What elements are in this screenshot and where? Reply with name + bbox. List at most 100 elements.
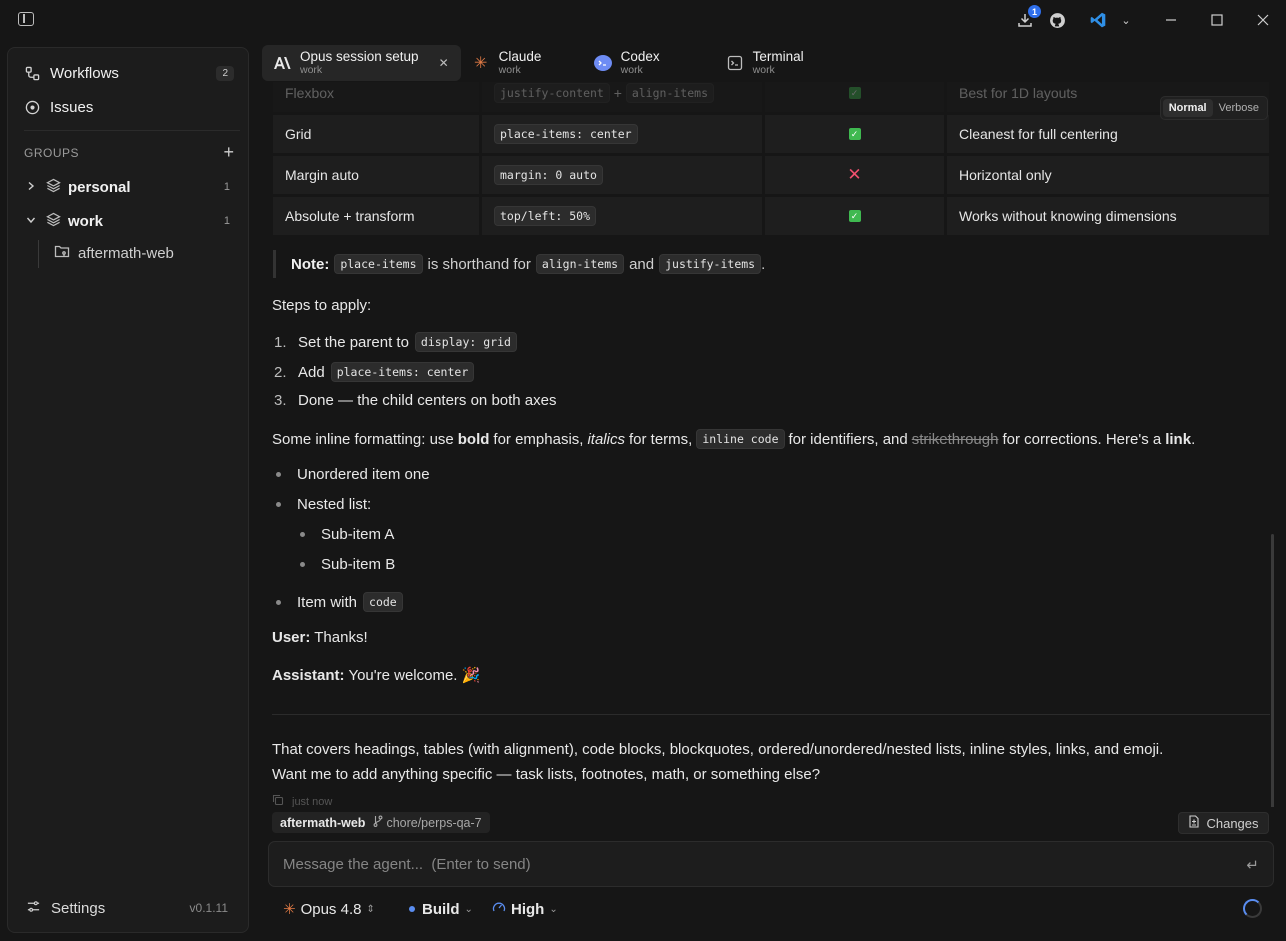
steps-heading: Steps to apply: — [272, 297, 372, 314]
group-personal[interactable]: personal 1 — [26, 176, 230, 198]
text: for terms, — [628, 430, 693, 448]
bullet — [276, 599, 281, 605]
changes-label: Changes — [1206, 815, 1259, 831]
tab-subtitle: work — [620, 64, 643, 76]
table-cell-code: margin: 0 auto — [482, 156, 762, 194]
summary-line-2: Want me to add anything specific — task … — [272, 766, 821, 783]
blockquote-note: Note: place-items is shorthand for align… — [273, 250, 765, 278]
strikethrough-text: strikethrough — [911, 430, 999, 448]
workflows-count-badge: 2 — [216, 65, 234, 81]
check-icon: ✓ — [848, 210, 861, 222]
plus-text: + — [613, 85, 622, 101]
list-text: Sub-item B — [321, 556, 396, 573]
group-count: 1 — [223, 181, 230, 193]
group-work[interactable]: work 1 — [26, 210, 230, 232]
tab-title: Claude — [498, 49, 542, 64]
enter-icon[interactable]: ↵ — [1246, 856, 1259, 874]
table-cell-method: Absolute + transform — [273, 197, 479, 235]
repo-name: aftermath-web — [280, 815, 366, 830]
downloads-count-badge: 1 — [1028, 5, 1041, 18]
list-item: Nested list: — [276, 496, 371, 513]
text: . — [1191, 430, 1196, 448]
scrollbar[interactable] — [1271, 534, 1274, 807]
vscode-icon[interactable] — [1088, 10, 1108, 30]
session-tabs: Opus session setup work ✕ ✳ Claude work … — [262, 45, 816, 81]
list-item: Item with code — [276, 592, 403, 612]
tree-line — [38, 240, 39, 268]
chevron-down-icon — [26, 214, 40, 228]
git-branch-icon — [373, 815, 383, 830]
mode-selector[interactable]: Build ⌄ — [409, 899, 473, 919]
list-text: Done — the child centers on both axes — [298, 392, 557, 409]
text: for identifiers, and — [788, 430, 908, 448]
list-item: 1. Set the parent to display: grid — [274, 332, 517, 352]
close-window-button[interactable] — [1253, 10, 1273, 30]
list-item: 2. Add place-items: center — [274, 362, 475, 382]
list-item: Sub-item B — [300, 556, 395, 573]
inline-code: align-items — [625, 83, 714, 103]
chat-transcript[interactable]: Normal Verbose Flexbox justify-content +… — [262, 82, 1278, 807]
table-cell-method: Margin auto — [273, 156, 479, 194]
sidebar-item-aftermath-web[interactable]: aftermath-web — [54, 244, 174, 263]
tab-claude[interactable]: ✳ Claude work — [461, 45, 583, 81]
note-text: and — [629, 255, 655, 273]
loading-spinner-icon — [1243, 899, 1262, 918]
maximize-button[interactable] — [1207, 10, 1227, 30]
repo-branch-pill[interactable]: aftermath-web chore/perps-qa-7 — [272, 812, 490, 833]
model-selector[interactable]: ✳ Opus 4.8 ⇕ — [283, 899, 375, 919]
download-icon[interactable]: 1 — [1015, 5, 1041, 30]
claude-burst-icon: ✳ — [283, 901, 296, 918]
inline-code: top/left: 50% — [494, 206, 597, 226]
table-cell-code: place-items: center — [482, 115, 762, 153]
tab-opus-session-setup[interactable]: Opus session setup work ✕ — [262, 45, 461, 81]
bold-text: bold — [457, 430, 490, 448]
mode-verbose-button[interactable]: Verbose — [1213, 99, 1265, 117]
table-cell-works: ✓ — [765, 82, 944, 112]
bullet — [276, 472, 281, 477]
group-label: work — [68, 212, 104, 230]
bullet — [300, 562, 305, 567]
chevron-updown-icon: ⇕ — [366, 903, 375, 915]
message-separator — [272, 714, 1270, 715]
groups-heading: GROUPS — [24, 146, 80, 160]
user-message: User: Thanks! — [272, 629, 368, 646]
close-tab-icon[interactable]: ✕ — [439, 56, 449, 70]
table-row: Absolute + transform top/left: 50% ✓ Wor… — [273, 197, 1269, 238]
inline-code: place-items — [334, 254, 423, 274]
settings-button[interactable]: Settings — [26, 899, 105, 918]
sidebar-item-label: Workflows — [50, 64, 119, 82]
changes-button[interactable]: Changes — [1178, 812, 1269, 834]
message-input[interactable] — [269, 842, 1209, 886]
list-text: Item with — [297, 593, 358, 611]
issue-circle-icon — [24, 99, 40, 115]
chevron-right-icon — [26, 180, 40, 194]
minimize-button[interactable] — [1161, 10, 1181, 30]
add-group-button[interactable]: + — [223, 142, 234, 163]
chevron-down-icon[interactable]: ⌄ — [1116, 10, 1136, 30]
link[interactable]: link — [1165, 431, 1191, 448]
message-text: Thanks! — [314, 629, 368, 646]
sidebar-item-issues[interactable]: Issues — [24, 95, 234, 119]
summary-line-1: That covers headings, tables (with align… — [272, 741, 1164, 758]
sidebar-toggle-icon[interactable] — [18, 12, 34, 26]
anthropic-icon — [272, 53, 292, 73]
tab-title: Opus session setup — [300, 49, 419, 64]
table-cell-method: Flexbox — [273, 82, 479, 112]
copy-icon[interactable] — [272, 794, 284, 807]
mode-normal-button[interactable]: Normal — [1162, 99, 1213, 117]
gauge-icon — [492, 900, 506, 918]
project-label: aftermath-web — [78, 245, 174, 262]
timestamp: just now — [292, 795, 333, 808]
sidebar-item-workflows[interactable]: Workflows 2 — [24, 61, 234, 85]
text: Some inline formatting: use — [272, 430, 454, 448]
tab-codex[interactable]: Codex work — [583, 45, 715, 81]
tab-terminal[interactable]: Terminal work — [715, 45, 816, 81]
check-icon: ✓ — [848, 128, 861, 140]
message-meta: just now — [272, 794, 332, 807]
inline-code: place-items: center — [330, 362, 475, 382]
workflow-icon — [24, 65, 40, 81]
list-text: Sub-item A — [321, 526, 395, 543]
effort-selector[interactable]: High ⌄ — [492, 899, 558, 919]
list-text: Nested list: — [297, 496, 372, 513]
github-icon[interactable] — [1047, 10, 1067, 30]
